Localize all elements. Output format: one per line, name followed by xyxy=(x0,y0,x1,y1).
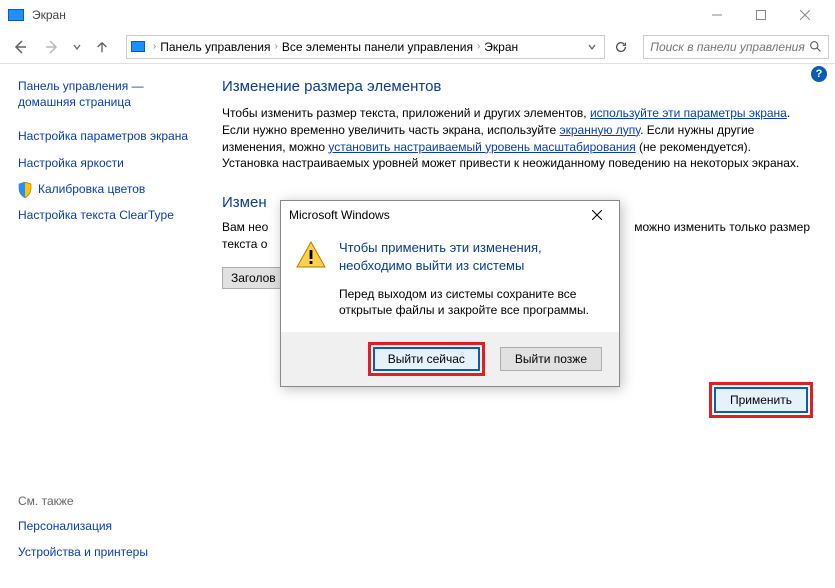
recent-dropdown-icon[interactable] xyxy=(70,33,84,61)
dialog-button-row: Выйти сейчас Выйти позже xyxy=(281,332,619,386)
link-display-settings[interactable]: используйте эти параметры экрана xyxy=(590,106,787,120)
up-button[interactable] xyxy=(88,33,116,61)
apply-button-highlight: Применить xyxy=(709,382,813,418)
see-also-devices[interactable]: Устройства и принтеры xyxy=(18,544,198,560)
breadcrumb-item[interactable]: Экран xyxy=(484,40,518,54)
signout-later-wrap: Выйти позже xyxy=(495,342,607,376)
title-element-dropdown[interactable]: Заголов xyxy=(222,267,285,289)
sidebar-home-link[interactable]: Панель управления — домашняя страница xyxy=(18,78,190,110)
back-button[interactable] xyxy=(6,33,34,61)
signout-now-button[interactable]: Выйти сейчас xyxy=(373,347,480,371)
sidebar-link-brightness[interactable]: Настройка яркости xyxy=(18,155,124,171)
signout-now-highlight: Выйти сейчас xyxy=(368,342,485,376)
breadcrumb-item[interactable]: Все элементы панели управления xyxy=(282,40,473,54)
see-also-heading: См. также xyxy=(18,494,198,508)
link-custom-scaling[interactable]: установить настраиваемый уровень масштаб… xyxy=(328,140,635,154)
search-input[interactable] xyxy=(650,40,809,54)
search-box[interactable] xyxy=(643,35,829,59)
visible-tail-text: можно изменить только размер xyxy=(634,219,810,236)
forward-button[interactable] xyxy=(38,33,66,61)
window-controls xyxy=(695,0,827,30)
page-heading: Изменение размера элементов xyxy=(222,78,805,95)
chevron-right-icon: › xyxy=(270,41,281,52)
signout-later-button[interactable]: Выйти позже xyxy=(500,347,602,371)
dialog-title: Microsoft Windows xyxy=(289,208,390,222)
chevron-right-icon: › xyxy=(473,41,484,52)
dialog-titlebar: Microsoft Windows xyxy=(281,201,619,229)
signout-dialog: Microsoft Windows Чтобы применить эти из… xyxy=(280,200,620,387)
sidebar-link-cleartype[interactable]: Настройка текста ClearType xyxy=(18,207,174,223)
close-button[interactable] xyxy=(783,0,827,30)
chevron-right-icon: › xyxy=(149,41,160,52)
breadcrumb-item[interactable]: Панель управления xyxy=(160,40,270,54)
shield-icon xyxy=(18,182,32,198)
control-panel-icon xyxy=(131,41,145,52)
dialog-heading: Чтобы применить эти изменения, необходим… xyxy=(339,239,605,274)
maximize-button[interactable] xyxy=(739,0,783,30)
warning-icon xyxy=(295,239,327,271)
dialog-message: Перед выходом из системы сохраните все о… xyxy=(339,286,605,318)
search-icon[interactable] xyxy=(809,40,822,53)
see-also-personalization[interactable]: Персонализация xyxy=(18,518,198,534)
chevron-down-icon[interactable] xyxy=(584,43,600,51)
minimize-button[interactable] xyxy=(695,0,739,30)
toolbar: › Панель управления › Все элементы панел… xyxy=(0,30,835,64)
breadcrumb[interactable]: › Панель управления › Все элементы панел… xyxy=(126,35,605,59)
apply-button[interactable]: Применить xyxy=(714,387,808,413)
sidebar: Панель управления — домашняя страница На… xyxy=(0,64,200,588)
link-magnifier[interactable]: экранную лупу xyxy=(560,123,641,137)
sidebar-link-display-params[interactable]: Настройка параметров экрана xyxy=(18,128,188,144)
dialog-close-button[interactable] xyxy=(583,205,611,225)
intro-text: Чтобы изменить размер текста, приложений… xyxy=(222,105,802,172)
window-titlebar: Экран xyxy=(0,0,835,30)
app-icon xyxy=(8,9,24,21)
refresh-button[interactable] xyxy=(609,35,633,59)
help-icon[interactable]: ? xyxy=(811,66,827,82)
window-title: Экран xyxy=(32,8,66,22)
sidebar-link-color-calibration[interactable]: Калибровка цветов xyxy=(38,181,145,197)
